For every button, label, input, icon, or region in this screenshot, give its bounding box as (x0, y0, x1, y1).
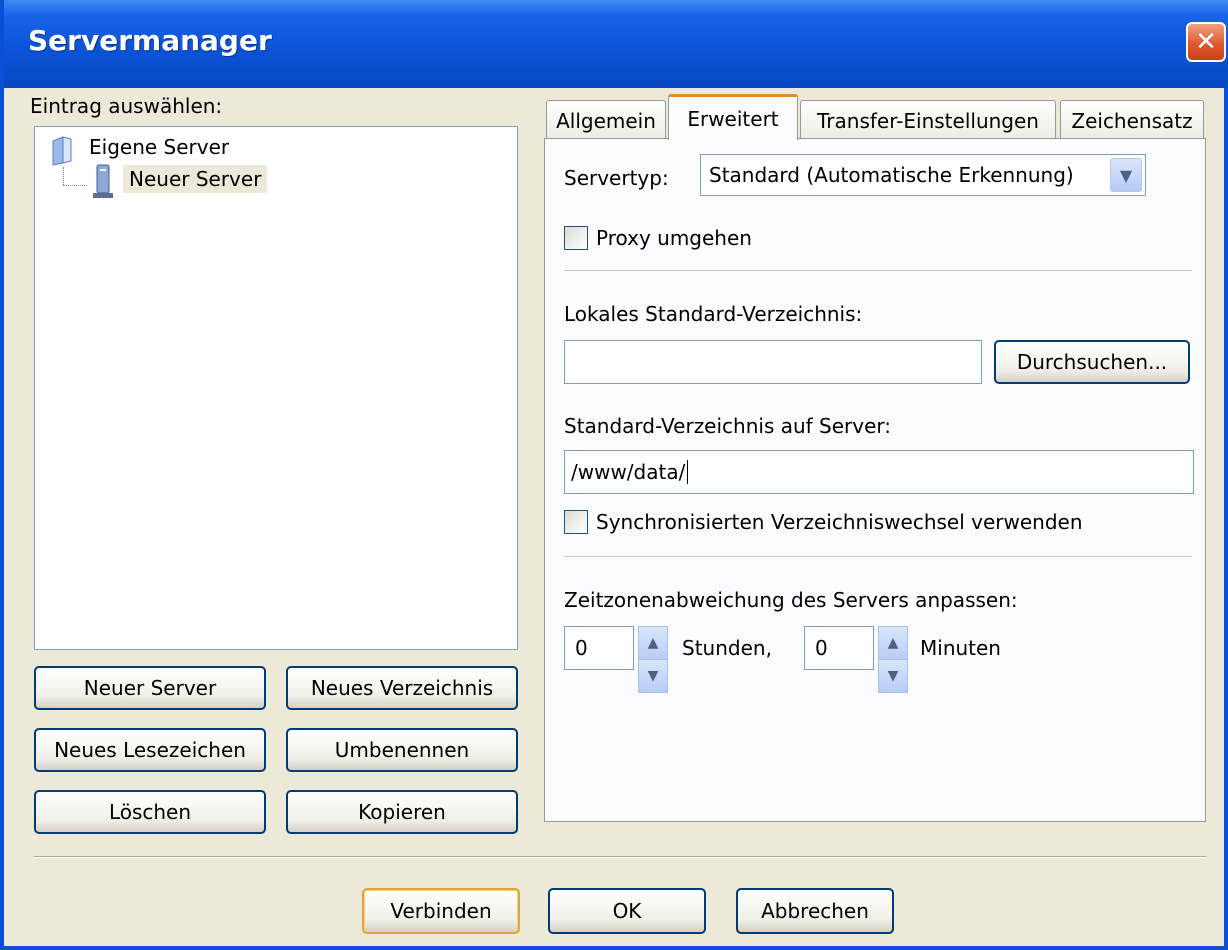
servertype-select[interactable]: Standard (Automatische Erkennung) (700, 154, 1146, 196)
hours-label: Stunden, (682, 636, 772, 660)
connect-button[interactable]: Verbinden (362, 888, 520, 934)
spin-up-icon[interactable]: ▲ (638, 626, 668, 660)
new-bookmark-button[interactable]: Neues Lesezeichen (34, 728, 266, 772)
window-title: Servermanager (28, 24, 272, 57)
bypass-proxy-label: Proxy umgehen (596, 226, 752, 250)
servermanager-window: Servermanager ✕ Eintrag auswählen: Eigen… (0, 0, 1228, 950)
remote-dir-label: Standard-Verzeichnis auf Server: (564, 414, 892, 438)
tree-connector (63, 167, 64, 185)
chevron-down-icon[interactable]: ▼ (1110, 158, 1142, 192)
close-icon[interactable]: ✕ (1186, 22, 1226, 62)
sync-browsing-label: Synchronisierten Verzeichniswechsel verw… (596, 510, 1083, 534)
server-tree[interactable]: Eigene Server Neuer Server (34, 126, 518, 650)
tree-connector (63, 185, 87, 186)
server-icon (93, 164, 113, 198)
spin-down-icon[interactable]: ▼ (878, 659, 908, 693)
timezone-label: Zeitzonenabweichung des Servers anpassen… (564, 588, 1018, 612)
servertype-label: Servertyp: (564, 166, 669, 190)
tab-transfer-einstellungen[interactable]: Transfer-Einstellungen (800, 100, 1056, 140)
new-server-button[interactable]: Neuer Server (34, 666, 266, 710)
servertype-value: Standard (Automatische Erkennung) (709, 163, 1074, 187)
minutes-input[interactable]: 0 (804, 626, 874, 670)
tree-label: Eintrag auswählen: (30, 94, 223, 118)
tab-allgemein[interactable]: Allgemein (546, 100, 666, 140)
new-folder-button[interactable]: Neues Verzeichnis (286, 666, 518, 710)
separator (564, 556, 1192, 558)
minutes-label: Minuten (920, 636, 1001, 660)
local-dir-input[interactable] (564, 340, 982, 384)
remote-dir-value: /www/data/ (571, 460, 686, 484)
bypass-proxy-checkbox[interactable] (564, 226, 588, 250)
footer-separator (34, 856, 1206, 858)
tab-erweitert[interactable]: Erweitert (668, 94, 798, 140)
tree-item-eigene-server[interactable]: Eigene Server (89, 135, 229, 159)
spin-up-icon[interactable]: ▲ (878, 626, 908, 660)
tab-zeichensatz[interactable]: Zeichensatz (1060, 100, 1204, 140)
ok-button[interactable]: OK (548, 888, 706, 934)
hours-input[interactable]: 0 (564, 626, 634, 670)
separator (564, 270, 1192, 272)
rename-button[interactable]: Umbenennen (286, 728, 518, 772)
copy-button[interactable]: Kopieren (286, 790, 518, 834)
minutes-spinner[interactable]: ▲ ▼ (878, 626, 908, 696)
tree-item-neuer-server[interactable]: Neuer Server (123, 165, 268, 193)
cancel-button[interactable]: Abbrechen (736, 888, 894, 934)
title-bar[interactable]: Servermanager ✕ (4, 0, 1228, 88)
hours-spinner[interactable]: ▲ ▼ (638, 626, 668, 696)
remote-dir-input[interactable]: /www/data/ (564, 450, 1194, 494)
browse-button[interactable]: Durchsuchen... (994, 340, 1190, 384)
spin-down-icon[interactable]: ▼ (638, 659, 668, 693)
local-dir-label: Lokales Standard-Verzeichnis: (564, 302, 863, 326)
text-caret (687, 460, 689, 484)
sync-browsing-checkbox[interactable] (564, 510, 588, 534)
delete-button[interactable]: Löschen (34, 790, 266, 834)
folder-icon (52, 136, 72, 166)
